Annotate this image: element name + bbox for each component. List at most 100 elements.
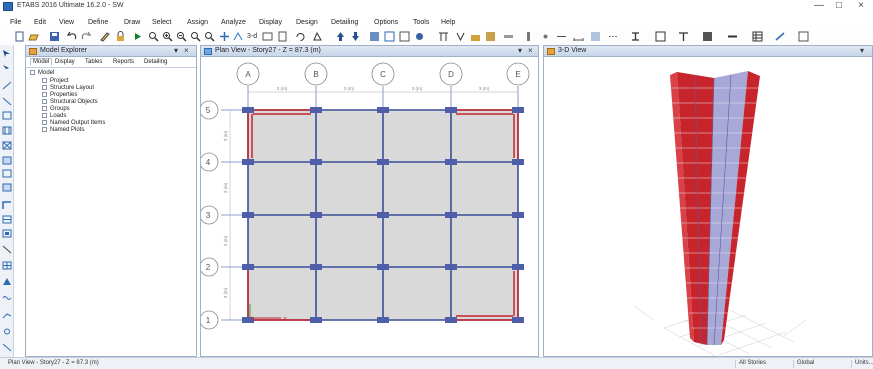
draw-rect-floor-icon[interactable] — [2, 169, 12, 178]
tree-node-groups[interactable]: Groups — [42, 106, 70, 112]
explorer-title-bar[interactable]: Model Explorer ▾ × — [26, 46, 196, 57]
menu-view[interactable]: View — [59, 19, 74, 26]
plan-view-title-bar[interactable]: Plan View - Story27 - Z = 87.3 (m) ▾ × — [201, 46, 538, 57]
composite-beam-design-icon[interactable] — [678, 31, 689, 42]
menu-edit[interactable]: Edit — [34, 19, 46, 26]
slope-tool-icon[interactable] — [775, 31, 786, 42]
tab-reports[interactable]: Reports — [113, 59, 134, 65]
lock-icon[interactable] — [115, 31, 126, 42]
run-analysis-icon[interactable] — [132, 31, 143, 42]
rotate-view-icon[interactable] — [295, 31, 306, 42]
tree-node-structure-layout[interactable]: Structure Layout — [42, 85, 94, 91]
zoom-out-icon[interactable] — [176, 31, 187, 42]
grid-options-icon[interactable] — [369, 31, 380, 42]
line-style-icon[interactable] — [727, 31, 738, 42]
move-down-icon[interactable] — [350, 31, 361, 42]
draw-joints-icon[interactable] — [2, 81, 12, 90]
3d-view-pin-icon[interactable]: ▾ — [860, 46, 864, 55]
draw-strip-icon[interactable] — [2, 293, 12, 302]
tab-detailing[interactable]: Detailing — [144, 59, 167, 65]
story-selector[interactable]: All Stories — [735, 360, 785, 368]
concrete-frame-design-icon[interactable] — [655, 31, 666, 42]
tree-node-properties[interactable]: Properties — [42, 92, 77, 98]
expand-icon[interactable] — [42, 99, 47, 104]
close-window-button[interactable]: × — [851, 0, 871, 11]
tree-node-structural-objects[interactable]: Structural Objects — [42, 99, 98, 105]
pencil-icon[interactable] — [99, 31, 110, 42]
expand-icon[interactable] — [42, 127, 47, 132]
draw-grid-icon[interactable] — [2, 261, 12, 270]
show-tables-icon[interactable] — [752, 31, 763, 42]
zoom-in-icon[interactable] — [162, 31, 173, 42]
draw-wall-icon[interactable] — [470, 31, 481, 42]
tab-tables[interactable]: Tables — [85, 59, 102, 65]
expand-icon[interactable] — [42, 85, 47, 90]
draw-column-icon[interactable] — [523, 31, 534, 42]
3d-view-title-bar[interactable]: 3-D View ▾ — [544, 46, 872, 57]
maximize-button[interactable]: □ — [829, 0, 849, 11]
draw-point-icon[interactable] — [540, 31, 551, 42]
move-up-icon[interactable] — [335, 31, 346, 42]
zoom-previous-icon[interactable] — [204, 31, 215, 42]
menu-draw[interactable]: Draw — [124, 19, 140, 26]
plan-canvas[interactable]: A B C D E 5 4 3 2 1 3 (m) 3 (m) 3 (m) 3 … — [201, 58, 538, 356]
3d-view-button[interactable]: 3-d — [247, 33, 257, 40]
zoom-full-icon[interactable] — [190, 31, 201, 42]
menu-assign[interactable]: Assign — [187, 19, 208, 26]
save-icon[interactable] — [49, 31, 60, 42]
open-model-icon[interactable] — [28, 31, 39, 42]
draw-floor-area-icon[interactable] — [2, 156, 12, 165]
draw-beam-icon[interactable] — [438, 31, 449, 42]
elevation-view-icon[interactable] — [277, 31, 288, 42]
menu-options[interactable]: Options — [374, 19, 398, 26]
draw-links-icon[interactable] — [2, 245, 12, 254]
tree-node-loads[interactable]: Loads — [42, 113, 66, 119]
pointer-icon[interactable] — [2, 49, 12, 58]
draw-section-cut-icon[interactable] — [2, 343, 12, 352]
tree-node-named-plots[interactable]: Named Plots — [42, 127, 84, 133]
menu-display[interactable]: Display — [259, 19, 282, 26]
draw-beams-region-icon[interactable] — [2, 111, 12, 120]
draw-wall-area-icon[interactable] — [2, 183, 12, 192]
tree-node-named-output-items[interactable]: Named Output Items — [42, 120, 105, 126]
draw-columns-icon[interactable] — [2, 126, 12, 135]
collapse-icon[interactable] — [30, 70, 35, 75]
perspective-icon[interactable] — [312, 31, 323, 42]
zoom-window-icon[interactable] — [148, 31, 159, 42]
draw-dimension-lines-icon[interactable] — [2, 310, 12, 319]
tab-display[interactable]: Display — [55, 59, 75, 65]
draw-frame-icon[interactable] — [2, 97, 12, 106]
tree-node-model[interactable]: Model — [30, 70, 54, 76]
expand-icon[interactable] — [42, 113, 47, 118]
rubber-band-icon[interactable] — [233, 31, 244, 42]
tree-node-project[interactable]: Project — [42, 78, 69, 84]
plan-view-icon[interactable] — [262, 31, 273, 42]
coordinate-system-selector[interactable]: Global — [793, 360, 843, 368]
draw-dimension-icon[interactable] — [573, 31, 584, 42]
redo-icon[interactable] — [80, 31, 91, 42]
plan-view-pin-icon[interactable]: ▾ — [518, 46, 522, 55]
menu-file[interactable]: File — [10, 19, 21, 26]
draw-brace-icon[interactable] — [455, 31, 466, 42]
draw-openings-icon[interactable] — [2, 229, 12, 238]
draw-floor-icon[interactable] — [485, 31, 496, 42]
expand-icon[interactable] — [42, 78, 47, 83]
draw-wall-stacks-icon[interactable] — [2, 215, 12, 224]
menu-tools[interactable]: Tools — [413, 19, 429, 26]
draw-walls-icon[interactable] — [2, 201, 12, 210]
expand-icon[interactable] — [42, 120, 47, 125]
menu-detailing[interactable]: Detailing — [331, 19, 358, 26]
menu-define[interactable]: Define — [88, 19, 108, 26]
explorer-pin-icon[interactable]: ▾ — [174, 46, 178, 55]
plan-view-close-icon[interactable]: × — [528, 46, 533, 55]
pan-icon[interactable] — [219, 31, 230, 42]
new-model-icon[interactable] — [14, 31, 25, 42]
draw-braces-icon[interactable] — [2, 141, 12, 150]
select-all-icon[interactable] — [384, 31, 395, 42]
shear-wall-design-icon[interactable] — [702, 31, 713, 42]
object-shrink-icon[interactable] — [414, 31, 425, 42]
steel-frame-design-icon[interactable] — [630, 31, 641, 42]
3d-canvas[interactable] — [544, 58, 872, 356]
draw-reference-points-icon[interactable] — [2, 327, 12, 336]
reshape-icon[interactable] — [2, 64, 12, 73]
